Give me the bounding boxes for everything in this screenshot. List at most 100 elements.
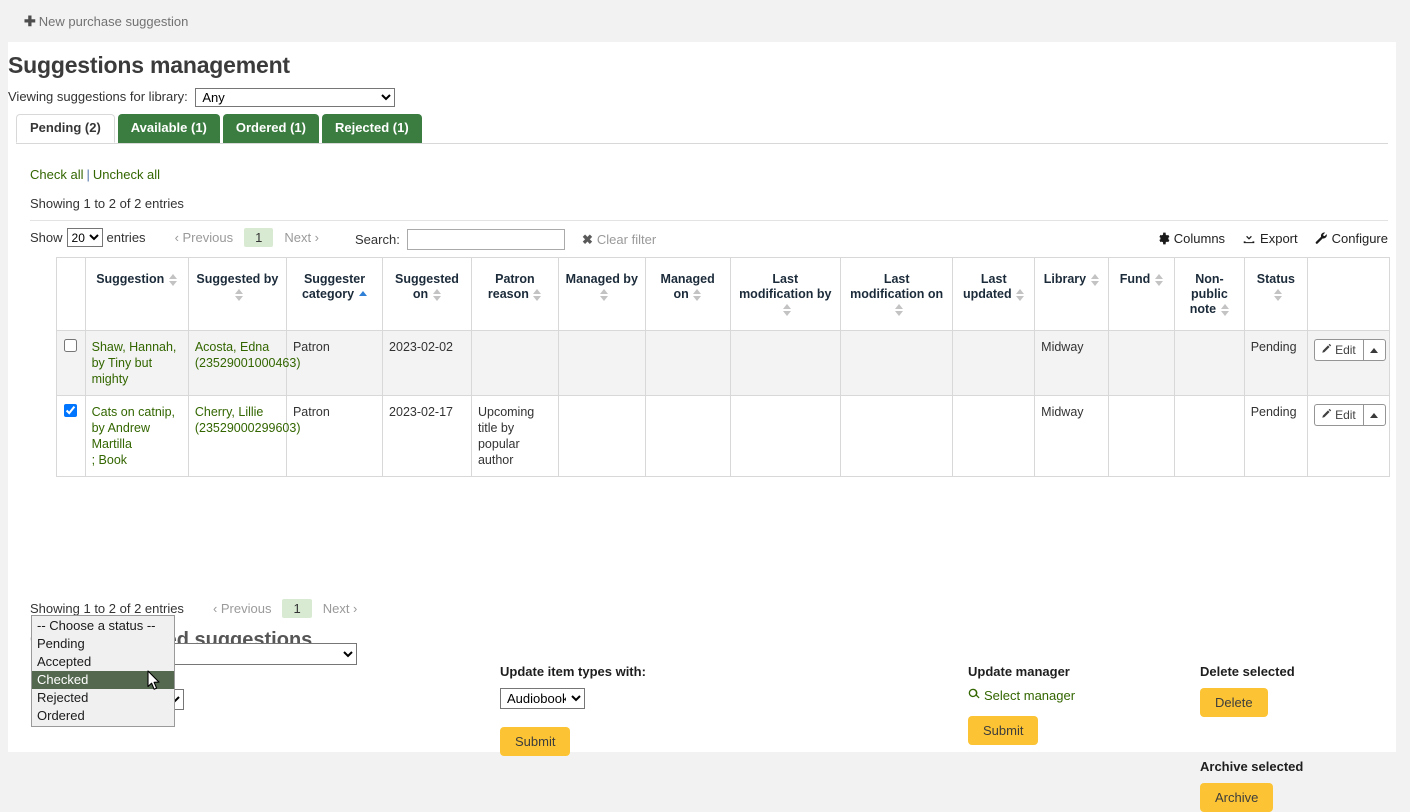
item-type-select[interactable]: Audiobook bbox=[500, 688, 585, 709]
previous-page-button[interactable]: ‹ Previous bbox=[168, 229, 241, 246]
edit-label: Edit bbox=[1335, 342, 1356, 358]
sort-arrows-icon bbox=[235, 289, 244, 301]
previous-label: Previous bbox=[183, 230, 234, 245]
dropdown-option-ordered[interactable]: Ordered bbox=[32, 707, 174, 725]
select-manager-label: Select manager bbox=[984, 688, 1075, 703]
sort-arrows-icon bbox=[894, 304, 903, 316]
header-actions bbox=[1308, 258, 1390, 331]
cell-managed-on bbox=[645, 396, 730, 477]
header-suggester-category[interactable]: Suggester category bbox=[286, 258, 382, 331]
clear-filter-label: Clear filter bbox=[597, 232, 656, 247]
header-label: Managed on bbox=[661, 272, 715, 301]
status-dropdown-list[interactable]: -- Choose a status -- Pending Accepted C… bbox=[31, 615, 175, 727]
header-managed-on[interactable]: Managed on bbox=[645, 258, 730, 331]
header-last-updated[interactable]: Last updated bbox=[953, 258, 1035, 331]
header-label: Suggestion bbox=[96, 272, 164, 286]
header-label: Library bbox=[1044, 272, 1086, 286]
library-filter-select[interactable]: Any bbox=[195, 88, 395, 107]
export-button[interactable]: Export bbox=[1242, 231, 1298, 246]
delete-button[interactable]: Delete bbox=[1200, 688, 1268, 717]
library-filter-row: Viewing suggestions for library: Any bbox=[8, 88, 395, 107]
header-last-modification-by[interactable]: Last modification by bbox=[730, 258, 840, 331]
cell-status: Pending bbox=[1244, 331, 1307, 396]
dropdown-option-pending[interactable]: Pending bbox=[32, 635, 174, 653]
patron-link[interactable]: Acosta, Edna (23529001000463) bbox=[195, 340, 301, 370]
update-item-types-label: Update item types with: bbox=[500, 664, 646, 679]
header-suggested-on[interactable]: Suggested on bbox=[383, 258, 472, 331]
page-length-select[interactable]: 20 bbox=[67, 228, 103, 247]
dropdown-option-accepted[interactable]: Accepted bbox=[32, 653, 174, 671]
header-patron-reason[interactable]: Patron reason bbox=[471, 258, 558, 331]
select-all-header bbox=[57, 258, 86, 331]
row-select-checkbox[interactable] bbox=[64, 339, 77, 352]
tab-ordered[interactable]: Ordered (1) bbox=[223, 114, 319, 143]
table-header-row: Suggestion Suggested by Suggester catego… bbox=[57, 258, 1390, 331]
header-library[interactable]: Library bbox=[1035, 258, 1109, 331]
cell-suggested-by: Acosta, Edna (23529001000463) bbox=[188, 331, 286, 396]
sort-arrows-icon bbox=[168, 274, 177, 286]
cell-last-updated bbox=[953, 331, 1035, 396]
header-non-public-note[interactable]: Non-public note bbox=[1175, 258, 1245, 331]
suggestion-link[interactable]: Cats on catnip, by Andrew Martilla; Book bbox=[92, 405, 175, 467]
clear-filter-button[interactable]: ✖Clear filter bbox=[582, 232, 656, 248]
wrench-icon bbox=[1315, 232, 1328, 245]
delete-selected-label: Delete selected bbox=[1200, 664, 1303, 679]
suggestion-link[interactable]: Shaw, Hannah, by Tiny but mighty bbox=[92, 340, 177, 386]
header-suggested-by[interactable]: Suggested by bbox=[188, 258, 286, 331]
search-input[interactable] bbox=[407, 229, 565, 250]
download-icon bbox=[1242, 232, 1256, 245]
dropdown-option-choose-status[interactable]: -- Choose a status -- bbox=[32, 617, 174, 635]
cell-library: Midway bbox=[1035, 331, 1109, 396]
archive-selected-label: Archive selected bbox=[1200, 759, 1303, 774]
previous-page-button-bottom[interactable]: ‹ Previous bbox=[206, 600, 279, 617]
edit-button[interactable]: Edit bbox=[1314, 404, 1363, 426]
cell-patron-reason bbox=[471, 331, 558, 396]
check-all-link[interactable]: Check all bbox=[30, 167, 83, 182]
dropdown-option-rejected[interactable]: Rejected bbox=[32, 689, 174, 707]
length-and-pagination: Show 20 entries ‹ Previous 1 Next › bbox=[30, 228, 326, 247]
table-row: Shaw, Hannah, by Tiny but mighty Acosta,… bbox=[57, 331, 1390, 396]
update-manager-submit-button[interactable]: Submit bbox=[968, 716, 1038, 745]
row-actions-dropdown-toggle[interactable] bbox=[1363, 339, 1386, 361]
edit-button[interactable]: Edit bbox=[1314, 339, 1363, 361]
patron-link[interactable]: Cherry, Lillie (23529000299603) bbox=[195, 405, 301, 435]
chevron-up-icon bbox=[1370, 413, 1378, 418]
uncheck-all-link[interactable]: Uncheck all bbox=[93, 167, 160, 182]
dropdown-option-checked[interactable]: Checked bbox=[32, 671, 174, 689]
item-types-column: Update item types with: Audiobook Submit bbox=[500, 664, 646, 756]
sort-arrows-icon bbox=[533, 289, 542, 301]
item-types-submit-button[interactable]: Submit bbox=[500, 727, 570, 756]
header-label: Last updated bbox=[963, 272, 1012, 301]
archive-button[interactable]: Archive bbox=[1200, 783, 1273, 812]
header-suggestion[interactable]: Suggestion bbox=[85, 258, 188, 331]
header-managed-by[interactable]: Managed by bbox=[558, 258, 645, 331]
configure-button[interactable]: Configure bbox=[1315, 231, 1388, 246]
tab-pending[interactable]: Pending (2) bbox=[16, 114, 115, 143]
page-1-button[interactable]: 1 bbox=[244, 228, 273, 247]
columns-button[interactable]: Columns bbox=[1157, 231, 1225, 246]
header-last-modification-on[interactable]: Last modification on bbox=[840, 258, 952, 331]
cell-fund bbox=[1108, 396, 1174, 477]
suggestions-table: Suggestion Suggested by Suggester catego… bbox=[56, 257, 1390, 477]
cell-suggestion: Shaw, Hannah, by Tiny but mighty bbox=[85, 331, 188, 396]
sort-arrows-icon bbox=[1154, 274, 1163, 286]
new-purchase-suggestion-button[interactable]: ✚New purchase suggestion bbox=[24, 13, 188, 30]
header-status[interactable]: Status bbox=[1244, 258, 1307, 331]
tab-rejected[interactable]: Rejected (1) bbox=[322, 114, 422, 143]
row-select-checkbox[interactable] bbox=[64, 404, 77, 417]
cell-actions: Edit bbox=[1308, 396, 1390, 477]
next-page-button[interactable]: Next › bbox=[277, 229, 326, 246]
sort-arrows-icon bbox=[1273, 289, 1282, 301]
configure-label: Configure bbox=[1332, 231, 1388, 246]
next-page-button-bottom[interactable]: Next › bbox=[316, 600, 365, 617]
previous-label: Previous bbox=[221, 601, 272, 616]
cell-last-modification-by bbox=[730, 396, 840, 477]
page-1-button-bottom[interactable]: 1 bbox=[282, 599, 311, 618]
row-actions-dropdown-toggle[interactable] bbox=[1363, 404, 1386, 426]
pencil-icon bbox=[1321, 342, 1332, 358]
select-manager-link[interactable]: Select manager bbox=[968, 688, 1075, 703]
tab-available[interactable]: Available (1) bbox=[118, 114, 220, 143]
pencil-icon bbox=[1321, 407, 1332, 423]
header-fund[interactable]: Fund bbox=[1108, 258, 1174, 331]
row-action-group: Edit bbox=[1314, 404, 1386, 426]
